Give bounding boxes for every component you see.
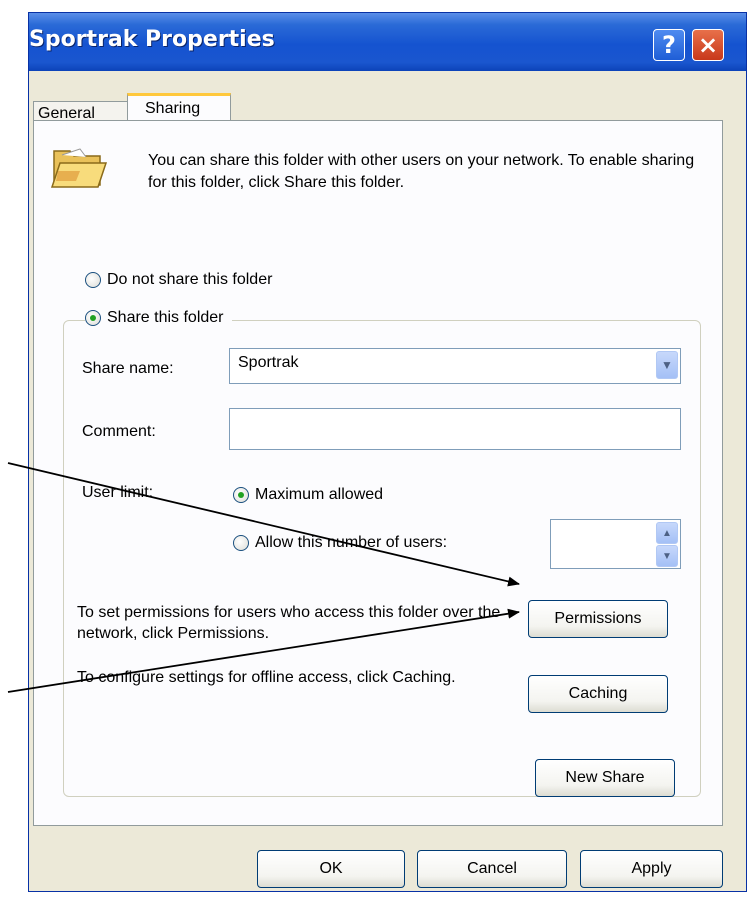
annotation-arrow — [7, 462, 520, 587]
annotation-arrows — [7, 462, 520, 693]
annotation-arrow — [7, 608, 520, 693]
